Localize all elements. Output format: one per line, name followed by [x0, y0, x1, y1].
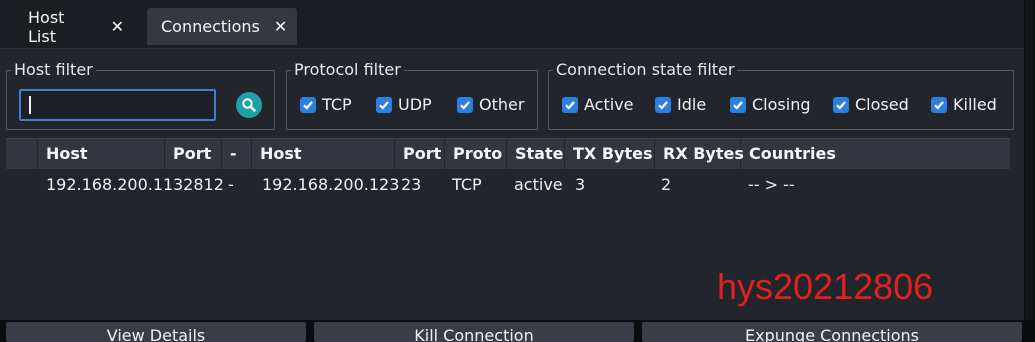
state-filter-title: Connection state filter	[553, 59, 738, 81]
checkbox-label: UDP	[398, 95, 432, 114]
checkbox-idle[interactable]: Idle	[655, 95, 706, 114]
protocol-filter-group: Protocol filter TCP UDP Other	[286, 59, 538, 130]
check-icon[interactable]	[300, 96, 316, 113]
column-header-host[interactable]: Host	[38, 139, 165, 169]
check-icon[interactable]	[562, 96, 578, 113]
cell-source-port: 32812	[173, 175, 224, 194]
tab-connections[interactable]: Connections ✕	[147, 8, 297, 45]
protocol-filter-title: Protocol filter	[291, 59, 404, 81]
cell-tx-bytes: 3	[575, 175, 586, 194]
column-header-tx-bytes[interactable]: TX Bytes	[565, 139, 655, 169]
check-icon[interactable]	[376, 96, 392, 113]
check-icon[interactable]	[833, 96, 849, 113]
checkbox-label: Killed	[953, 95, 997, 114]
connections-window: Host List ✕ Connections ✕ Host filter Pr…	[0, 0, 1024, 326]
host-filter-input[interactable]	[19, 89, 216, 121]
host-filter-group: Host filter	[6, 59, 275, 130]
checkbox-tcp[interactable]: TCP	[300, 95, 352, 114]
column-header-state[interactable]: State	[507, 139, 565, 169]
close-icon[interactable]: ✕	[274, 17, 287, 36]
table-row[interactable]: 192.168.200.11 32812 - 192.168.200.123 2…	[6, 169, 1010, 199]
checkbox-label: Closed	[855, 95, 909, 114]
column-header-rx-bytes[interactable]: RX Bytes	[655, 139, 744, 169]
checkbox-label: Closing	[752, 95, 811, 114]
checkbox-udp[interactable]: UDP	[376, 95, 432, 114]
connections-table-header: Host Port - Host Port Proto State TX Byt…	[6, 138, 1010, 170]
cell-source-host: 192.168.200.11	[46, 175, 174, 194]
host-filter-title: Host filter	[11, 59, 96, 81]
column-header-countries[interactable]: Countries	[741, 139, 1010, 169]
column-header-proto[interactable]: Proto	[445, 139, 507, 169]
scrollbar[interactable]	[1025, 0, 1033, 342]
search-icon[interactable]	[236, 92, 262, 118]
state-filter-group: Connection state filter Active Idle Clos…	[548, 59, 1014, 130]
tab-label: Connections	[161, 17, 260, 36]
tab-bar: Host List ✕ Connections ✕	[0, 0, 1024, 49]
column-header-port[interactable]: Port	[165, 139, 222, 169]
check-icon[interactable]	[730, 96, 746, 113]
kill-connection-button[interactable]: Kill Connection	[314, 322, 634, 342]
cell-dest-port: 23	[401, 175, 422, 194]
watermark-text: hys20212806	[717, 266, 934, 307]
column-header-port[interactable]: Port	[395, 139, 445, 169]
column-header-direction[interactable]: -	[222, 139, 252, 169]
checkbox-label: Active	[584, 95, 634, 114]
check-icon[interactable]	[931, 96, 947, 113]
checkbox-closing[interactable]: Closing	[730, 95, 810, 114]
check-icon[interactable]	[457, 96, 473, 113]
close-icon[interactable]: ✕	[111, 17, 124, 36]
view-details-button[interactable]: View Details	[6, 322, 306, 342]
cell-rx-bytes: 2	[661, 175, 672, 194]
checkbox-label: Idle	[677, 95, 707, 114]
tab-host-list[interactable]: Host List ✕	[14, 7, 138, 46]
checkbox-other[interactable]: Other	[457, 95, 524, 114]
check-icon[interactable]	[655, 96, 671, 113]
checkbox-killed[interactable]: Killed	[931, 95, 997, 114]
cell-countries: -- > --	[748, 175, 795, 194]
checkbox-label: TCP	[322, 95, 352, 114]
cell-state: active	[514, 175, 563, 194]
cell-dest-host: 192.168.200.123	[262, 175, 400, 194]
checkbox-label: Other	[479, 95, 525, 114]
cell-direction: -	[228, 175, 234, 194]
tab-label: Host List	[28, 7, 65, 46]
checkbox-active[interactable]: Active	[562, 95, 634, 114]
action-button-row: View Details Kill Connection Expunge Con…	[0, 320, 1035, 342]
cell-proto: TCP	[452, 175, 482, 194]
column-header-select[interactable]	[6, 139, 38, 169]
column-header-host[interactable]: Host	[252, 139, 395, 169]
text-caret	[29, 96, 31, 114]
expunge-connections-button[interactable]: Expunge Connections	[642, 322, 1022, 342]
checkbox-closed[interactable]: Closed	[833, 95, 909, 114]
